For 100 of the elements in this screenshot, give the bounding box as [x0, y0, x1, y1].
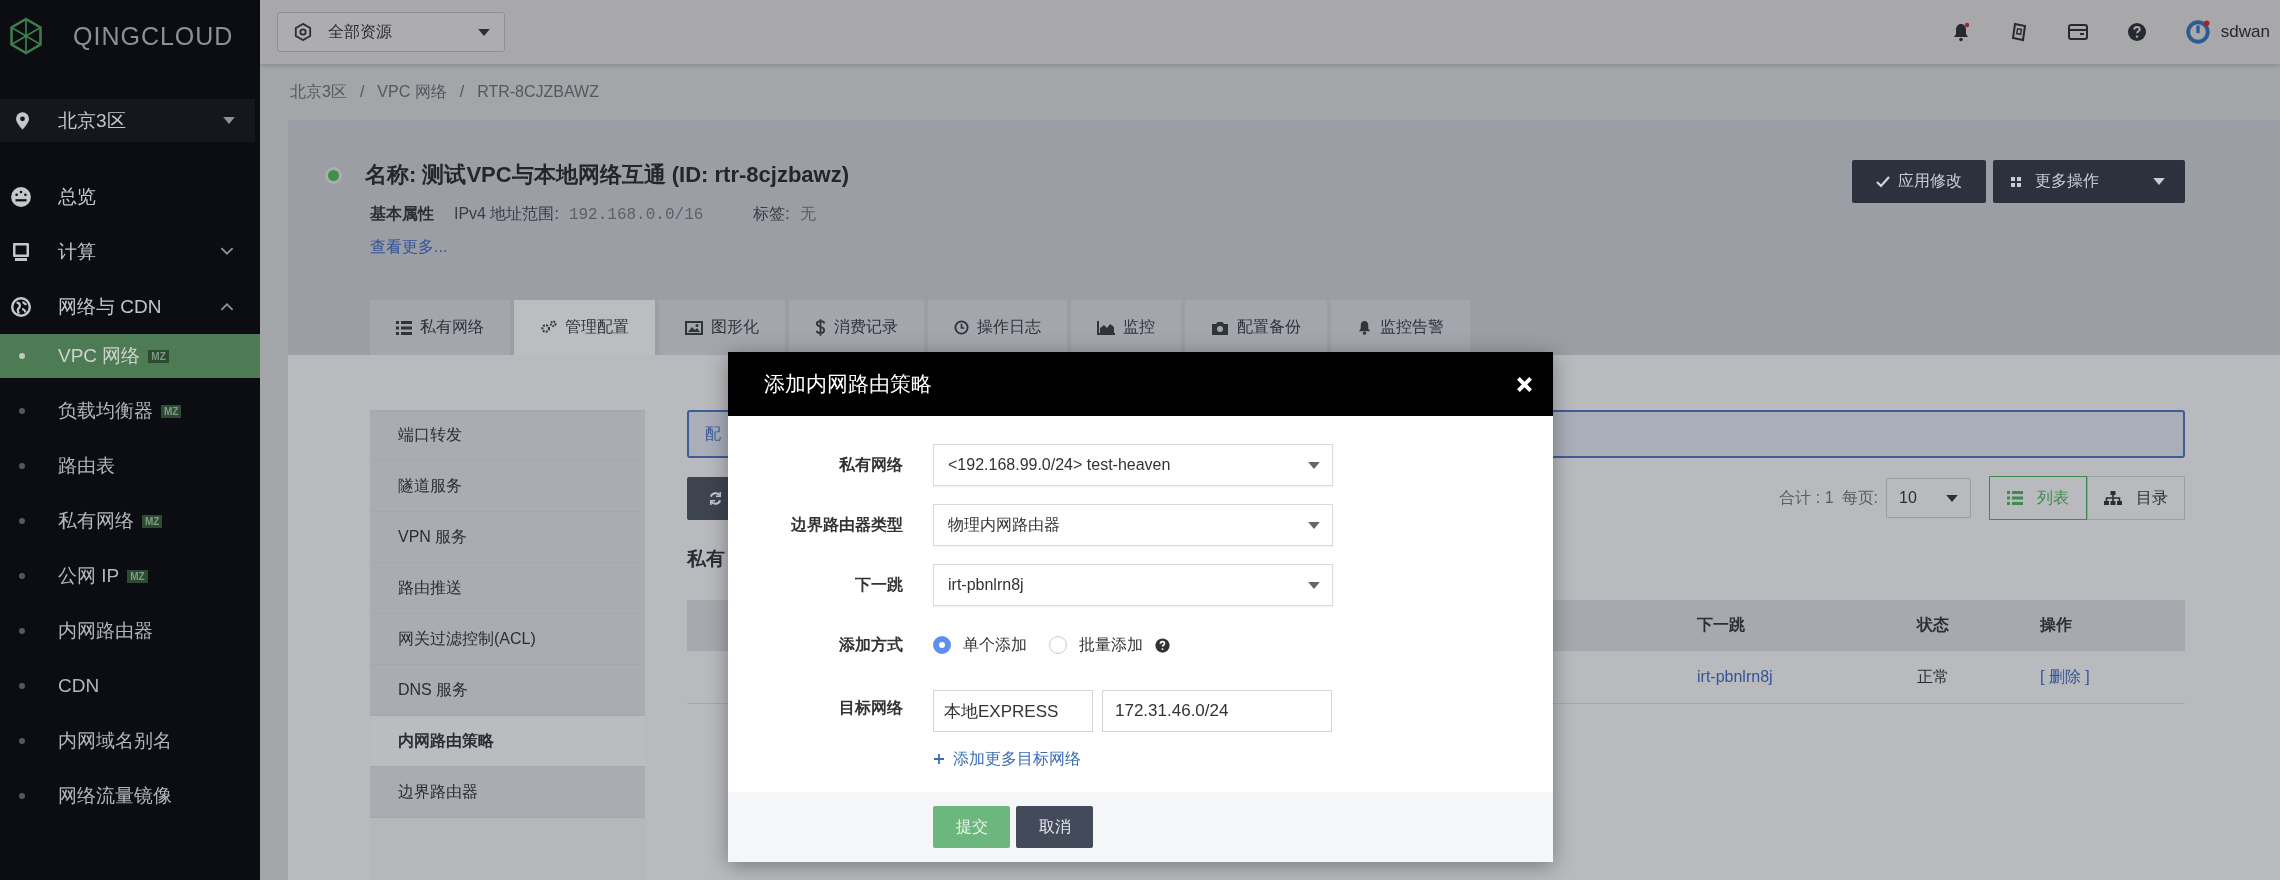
- nav-subitem[interactable]: 路由表: [0, 444, 260, 488]
- total-count: 合计 : 1: [1779, 487, 1834, 508]
- resource-dropdown[interactable]: 全部资源: [277, 12, 505, 52]
- dashboard-icon: [9, 185, 33, 208]
- column-header: 状态: [1917, 614, 1950, 635]
- radio-button[interactable]: [1049, 636, 1067, 654]
- check-icon: [1876, 175, 1890, 188]
- nav-subitem[interactable]: 负载均衡器 MZ: [0, 389, 260, 433]
- bullet-icon: [19, 518, 25, 524]
- text-input[interactable]: 172.31.46.0/24: [1102, 690, 1332, 732]
- refresh-icon: [707, 490, 723, 506]
- list-icon: [2007, 491, 2023, 505]
- attribute-value: 192.168.0.0/16: [568, 205, 704, 224]
- nav-subitem[interactable]: 网络流量镜像: [0, 774, 260, 818]
- cancel-button[interactable]: 取消: [1016, 806, 1093, 848]
- breadcrumb-separator: /: [359, 83, 365, 101]
- table-cell-text: 正常: [1917, 666, 1950, 687]
- menu-item[interactable]: 端口转发: [370, 410, 645, 461]
- apply-button[interactable]: 应用修改: [1852, 160, 1986, 203]
- tab[interactable]: 监控: [1071, 300, 1181, 355]
- caret-down-icon: [223, 117, 235, 124]
- wallet-icon[interactable]: [2066, 23, 2089, 41]
- bullet-icon: [19, 408, 25, 414]
- delete-link[interactable]: [ 删除 ]: [2040, 666, 2185, 688]
- clock-icon: [954, 320, 969, 335]
- select-field[interactable]: 物理内网路由器: [933, 504, 1333, 546]
- tab[interactable]: 管理配置: [514, 300, 655, 355]
- nav-subitem[interactable]: 内网域名别名: [0, 719, 260, 763]
- more-actions-dropdown[interactable]: 更多操作: [1993, 160, 2185, 203]
- hexagon-icon: [294, 23, 312, 41]
- field-label: 添加方式: [838, 634, 903, 655]
- globe-icon: [9, 295, 33, 318]
- caret-down-icon: [1308, 521, 1320, 529]
- tab[interactable]: 监控告警: [1331, 300, 1470, 355]
- camera-icon: [1211, 320, 1229, 335]
- text-input[interactable]: 本地EXPRESS: [933, 690, 1093, 732]
- per-page-label: 每页:: [1841, 487, 1878, 508]
- sitemap-icon: [2104, 491, 2122, 505]
- region-badge: MZ: [148, 349, 169, 363]
- menu-item[interactable]: 边界路由器: [370, 767, 645, 818]
- region-badge: MZ: [142, 514, 163, 528]
- field-label: 边界路由器类型: [790, 514, 903, 535]
- menu-item[interactable]: 隧道服务: [370, 461, 645, 512]
- bullet-icon: [19, 573, 25, 579]
- logo-icon: [9, 17, 43, 55]
- field-label: 下一跳: [854, 574, 903, 595]
- nav-subitem[interactable]: 公网 IP MZ: [0, 554, 260, 598]
- menu-item[interactable]: VPN 服务: [370, 512, 645, 563]
- radio-label[interactable]: 单个添加: [963, 634, 1027, 656]
- nav-item[interactable]: 计算: [0, 224, 260, 279]
- grid-icon: [2011, 176, 2021, 187]
- per-page-select[interactable]: 10: [1886, 478, 1971, 518]
- field-label: 目标网络: [838, 697, 903, 718]
- nav-subitem[interactable]: 内网路由器: [0, 609, 260, 653]
- menu-item[interactable]: 网关过滤控制(ACL): [370, 614, 645, 665]
- nav-subitem[interactable]: 私有网络 MZ: [0, 499, 260, 543]
- attribute-label: 标签:: [753, 204, 790, 224]
- menu-item[interactable]: 内网路由策略: [370, 716, 645, 767]
- image-icon: [685, 320, 703, 335]
- area-chart-icon: [1097, 320, 1115, 335]
- nav-item[interactable]: 网络与 CDN: [0, 279, 260, 334]
- breadcrumb-separator: /: [459, 83, 465, 101]
- resource-title: 名称: 测试VPC与本地网络互通 (ID: rtr-8cjzbawz): [365, 161, 850, 189]
- dialog-title: 添加内网路由策略: [764, 371, 932, 397]
- list-icon: [396, 320, 412, 335]
- menu-item[interactable]: DNS 服务: [370, 665, 645, 716]
- tab[interactable]: 消费记录: [789, 300, 924, 355]
- section-title: 私有: [687, 547, 725, 571]
- radio-button[interactable]: [933, 636, 951, 654]
- tab[interactable]: 配置备份: [1185, 300, 1327, 355]
- select-field[interactable]: <192.168.99.0/24> test-heaven: [933, 444, 1333, 486]
- bullet-icon: [19, 463, 25, 469]
- column-header: 操作: [2040, 614, 2073, 635]
- menu-item[interactable]: 路由推送: [370, 563, 645, 614]
- next-hop-link[interactable]: irt-pbnlrn8j: [1697, 668, 1917, 686]
- close-icon[interactable]: [1516, 375, 1533, 393]
- avatar-icon[interactable]: [2184, 19, 2211, 45]
- bell-icon: [1357, 320, 1372, 335]
- nav-subitem[interactable]: CDN: [0, 664, 260, 708]
- nav-item[interactable]: 总览: [0, 169, 260, 224]
- plus-icon: [933, 753, 945, 765]
- view-toggle[interactable]: 目录: [2087, 476, 2185, 520]
- region-selector[interactable]: 北京3区: [0, 99, 255, 142]
- add-target-link[interactable]: 添加更多目标网络: [933, 748, 1081, 770]
- help-icon[interactable]: [1155, 637, 1170, 653]
- user-name[interactable]: sdwan: [2220, 22, 2270, 42]
- select-field[interactable]: irt-pbnlrn8j: [933, 564, 1333, 606]
- bullet-icon: [19, 683, 25, 689]
- caret-down-icon: [2153, 178, 2165, 185]
- logo-text: QINGCLOUD: [73, 21, 234, 51]
- radio-label[interactable]: 批量添加: [1079, 634, 1143, 656]
- tab[interactable]: 图形化: [659, 300, 785, 355]
- bullet-icon: [19, 628, 25, 634]
- help-icon[interactable]: [2126, 22, 2147, 42]
- tab[interactable]: 私有网络: [370, 300, 510, 355]
- column-header: 下一跳: [1697, 614, 1746, 635]
- bullet-icon: [19, 738, 25, 744]
- tab[interactable]: 操作日志: [928, 300, 1067, 355]
- bullet-icon: [19, 793, 25, 799]
- caret-down-icon: [1308, 461, 1320, 469]
